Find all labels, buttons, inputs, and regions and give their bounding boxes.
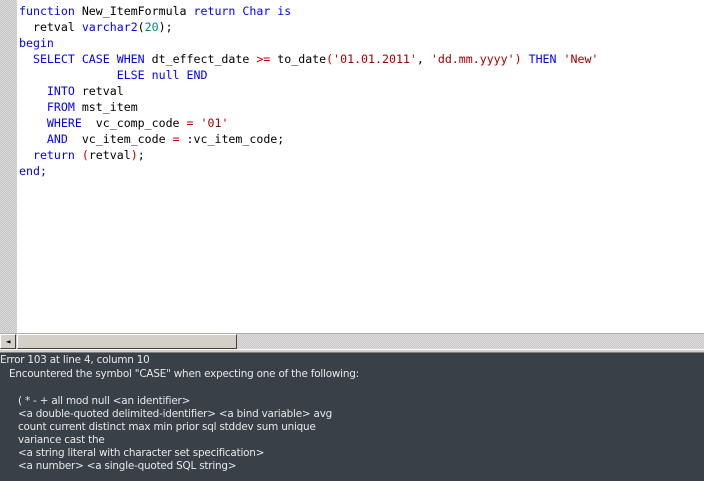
- code-token: retval: [19, 20, 82, 34]
- code-token: retval: [81, 84, 124, 98]
- code-line[interactable]: function New_ItemFormula return Char is: [19, 3, 598, 19]
- code-token: FROM: [19, 100, 82, 114]
- code-line[interactable]: ELSE null END: [19, 67, 598, 83]
- code-line[interactable]: SELECT CASE WHEN dt_effect_date >= to_da…: [19, 51, 598, 67]
- code-token: vc_item_code: [81, 132, 173, 146]
- code-line[interactable]: AND vc_item_code = :vc_item_code;: [19, 131, 598, 147]
- code-token: ): [514, 52, 522, 66]
- scrollbar-thumb[interactable]: [17, 334, 237, 349]
- error-header: Error 103 at line 4, column 10: [0, 354, 150, 366]
- code-token: THEN: [521, 52, 564, 66]
- code-token: AND: [19, 132, 82, 146]
- code-token: '01': [200, 116, 229, 130]
- code-token: ): [130, 148, 138, 162]
- expected-symbols-line: <a double-quoted delimited-identifier> <…: [18, 408, 333, 420]
- code-token: is: [277, 4, 292, 18]
- code-token: );: [158, 20, 173, 34]
- editor-gutter: [0, 0, 17, 333]
- code-token: end;: [19, 164, 47, 178]
- code-token: SELECT CASE WHEN: [19, 52, 152, 66]
- code-line[interactable]: INTO retval: [19, 83, 598, 99]
- code-line[interactable]: end;: [19, 163, 598, 179]
- code-token: =: [172, 132, 180, 146]
- error-message: Encountered the symbol "CASE" when expec…: [9, 368, 359, 380]
- code-line[interactable]: WHERE vc_comp_code = '01': [19, 115, 598, 131]
- code-token: varchar2: [81, 20, 138, 34]
- scroll-left-arrow-icon[interactable]: ◄: [0, 334, 16, 349]
- code-token: retval: [88, 148, 131, 162]
- code-line[interactable]: return (retval);: [19, 147, 598, 163]
- code-token: New_ItemFormula: [81, 4, 194, 18]
- code-token: :vc_item_code;: [179, 132, 285, 146]
- expected-symbols-line: <a number> <a single-quoted SQL string>: [18, 460, 237, 472]
- code-text[interactable]: function New_ItemFormula return Char is …: [19, 3, 598, 179]
- code-token: to_date: [270, 52, 327, 66]
- horizontal-scrollbar[interactable]: ◄: [0, 333, 704, 349]
- code-token: vc_comp_code: [95, 116, 187, 130]
- code-token: 'dd.mm.yyyy': [430, 52, 515, 66]
- expected-symbols-line: <a string literal with character set spe…: [18, 447, 265, 459]
- code-token: mst_item: [81, 100, 138, 114]
- code-token: (: [81, 148, 89, 162]
- code-token: return: [193, 4, 243, 18]
- code-token: begin: [19, 36, 54, 50]
- code-token: ELSE null END: [19, 68, 208, 82]
- code-line[interactable]: retval varchar2(20);: [19, 19, 598, 35]
- code-token: '01.01.2011': [333, 52, 417, 66]
- code-token: dt_effect_date: [151, 52, 257, 66]
- code-token: ;: [137, 148, 145, 162]
- code-token: (: [137, 20, 145, 34]
- code-token: return: [19, 148, 82, 162]
- code-editor[interactable]: function New_ItemFormula return Char is …: [0, 0, 704, 333]
- code-token: 20: [144, 20, 159, 34]
- code-token: 'New': [563, 52, 599, 66]
- code-token: ,: [416, 52, 431, 66]
- code-line[interactable]: FROM mst_item: [19, 99, 598, 115]
- code-token: WHERE: [19, 116, 96, 130]
- expected-symbols-line: ( * - + all mod null <an identifier>: [18, 395, 191, 407]
- expected-symbols-line: variance cast the: [18, 434, 105, 446]
- code-token: function: [19, 4, 82, 18]
- code-token: =: [186, 116, 194, 130]
- error-output-panel: Error 103 at line 4, column 10 Encounter…: [0, 353, 704, 481]
- expected-symbols-line: count current distinct max min prior sql…: [18, 421, 316, 433]
- code-token: >=: [256, 52, 271, 66]
- code-token: INTO: [19, 84, 82, 98]
- code-line[interactable]: begin: [19, 35, 598, 51]
- code-token: Char: [242, 4, 278, 18]
